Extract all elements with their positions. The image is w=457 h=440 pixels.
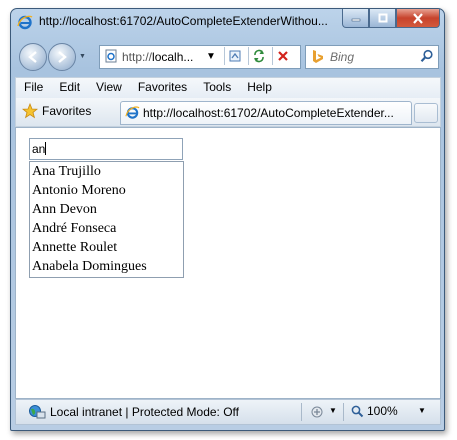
search-icon[interactable] [420, 49, 434, 63]
stop-icon [278, 51, 288, 61]
minimize-icon [351, 18, 360, 22]
local-intranet-icon [29, 405, 46, 419]
new-tab-button[interactable] [414, 103, 438, 123]
tab-ie-icon [125, 106, 140, 119]
address-dropdown-icon[interactable]: ▼ [206, 51, 216, 62]
recent-pages-dropdown-icon[interactable]: ▼ [79, 53, 86, 60]
close-button[interactable] [396, 9, 440, 28]
title-bar[interactable]: http://localhost:61702/AutoCompleteExten… [11, 9, 444, 37]
text-caret [45, 142, 47, 155]
favorites-star-icon [22, 103, 38, 119]
suggestion-list: Ana Trujillo Antonio Moreno Ann Devon An… [29, 161, 184, 278]
suggestion-item[interactable]: André Fonseca [30, 219, 183, 238]
search-placeholder: Bing [330, 50, 355, 64]
favorites-button[interactable]: Favorites [22, 103, 91, 119]
zoom-level: 100% [367, 404, 398, 418]
close-icon [413, 12, 423, 24]
stop-button[interactable] [272, 47, 293, 65]
suggestion-item[interactable]: Antonio Moreno [30, 181, 183, 200]
ie-logo-icon [17, 15, 33, 30]
compatibility-icon [229, 50, 241, 62]
back-arrow-icon [28, 51, 37, 63]
protected-mode-dropdown-icon[interactable]: ▼ [329, 406, 337, 415]
address-url[interactable]: http://localh... [122, 50, 193, 64]
favorites-bar: Favorites http://localhost:61702/AutoCom… [15, 98, 441, 127]
input-value: an [32, 142, 47, 156]
zoom-icon [351, 405, 364, 417]
back-button[interactable] [19, 43, 47, 71]
page-icon [105, 49, 117, 63]
address-bar[interactable]: http://localh... ▼ [99, 45, 301, 69]
menu-tools[interactable]: Tools [195, 78, 239, 98]
maximize-button[interactable] [369, 9, 396, 28]
suggestion-item[interactable]: Ana Trujillo [30, 162, 183, 181]
zoom-dropdown-icon[interactable]: ▼ [418, 406, 426, 415]
window-title: http://localhost:61702/AutoCompleteExten… [39, 14, 328, 28]
protected-mode-icon[interactable] [309, 404, 325, 420]
status-bar: Local intranet | Protected Mode: Off ▼ 1… [15, 399, 441, 425]
menu-favorites[interactable]: Favorites [130, 78, 195, 98]
tab-title: http://localhost:61702/AutoCompleteExten… [143, 106, 394, 120]
url-host: localh... [152, 50, 194, 64]
bing-logo-icon [313, 50, 323, 63]
url-prefix: http:// [122, 50, 153, 64]
refresh-button[interactable] [248, 47, 269, 65]
menu-edit[interactable]: Edit [51, 78, 88, 98]
maximize-icon [378, 13, 387, 23]
page-content: an Ana Trujillo Antonio Moreno Ann Devon… [15, 127, 441, 399]
search-box[interactable]: Bing [305, 45, 439, 69]
suggestion-item[interactable]: Ann Devon [30, 200, 183, 219]
navigation-row: ▼ http://localh... ▼ Bing [11, 39, 444, 79]
autocomplete-input[interactable]: an [29, 138, 183, 160]
forward-button[interactable] [48, 43, 76, 71]
browser-window: http://localhost:61702/AutoCompleteExten… [10, 8, 445, 431]
input-text: an [32, 142, 46, 156]
favorites-label: Favorites [42, 104, 92, 118]
forward-arrow-icon [58, 51, 67, 63]
suggestion-item[interactable]: Anabela Domingues [30, 257, 183, 276]
minimize-button[interactable] [342, 9, 369, 28]
active-tab[interactable]: http://localhost:61702/AutoCompleteExten… [120, 101, 412, 125]
menu-file[interactable]: File [16, 78, 51, 98]
security-zone-text: Local intranet | Protected Mode: Off [50, 405, 239, 419]
menu-help[interactable]: Help [239, 78, 280, 98]
status-divider [301, 403, 302, 421]
compatibility-view-button[interactable] [224, 47, 245, 65]
zoom-control[interactable]: 100% [351, 404, 398, 418]
status-divider [343, 403, 344, 421]
window-controls [342, 9, 440, 29]
suggestion-item[interactable]: Annette Roulet [30, 238, 183, 257]
refresh-icon [254, 49, 264, 63]
menu-bar: File Edit View Favorites Tools Help [15, 77, 441, 99]
menu-view[interactable]: View [88, 78, 130, 98]
